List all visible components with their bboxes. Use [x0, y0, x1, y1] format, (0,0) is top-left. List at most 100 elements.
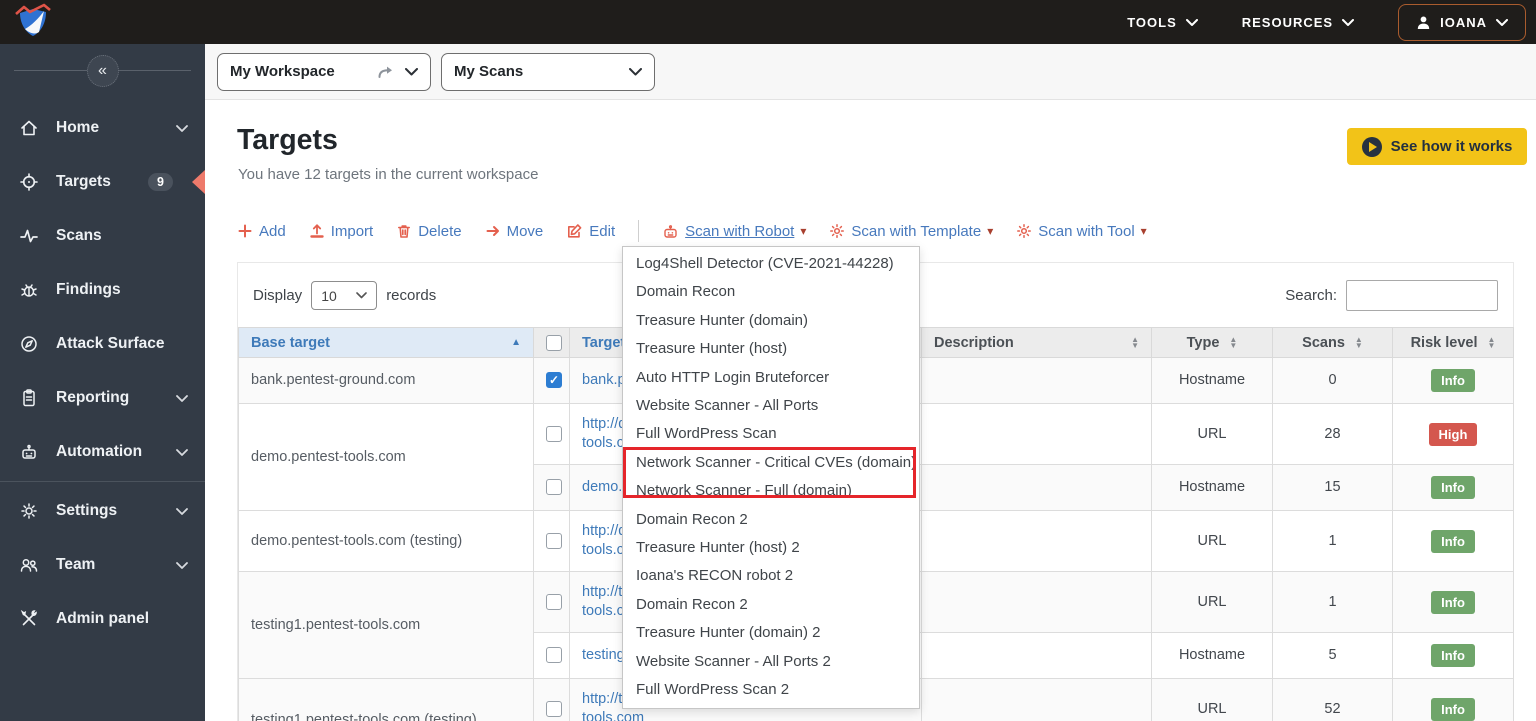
caret-down-icon: [1141, 224, 1147, 238]
menu-item[interactable]: Log4Shell Detector (CVE-2021-44228): [623, 250, 919, 278]
sidebar-item-attack-surface[interactable]: Attack Surface: [0, 317, 205, 371]
column-header-base-target[interactable]: Base target: [238, 327, 534, 358]
sidebar-item-findings[interactable]: Findings: [0, 263, 205, 317]
row-checkbox[interactable]: [546, 532, 562, 549]
active-item-indicator: [192, 170, 205, 194]
sidebar-divider: [0, 481, 205, 482]
menu-item[interactable]: Full WordPress Scan 2: [623, 676, 919, 704]
page-size-select[interactable]: 10: [311, 281, 378, 310]
plus-icon: [238, 224, 252, 238]
risk-level-cell: Info: [1392, 678, 1514, 721]
row-checkbox[interactable]: [546, 425, 562, 442]
menu-item[interactable]: Treasure Hunter (domain): [623, 307, 919, 335]
menu-item[interactable]: Ioana's RECON robot 2: [623, 562, 919, 590]
target-crosshair-icon: [20, 173, 38, 191]
select-all-checkbox[interactable]: [546, 334, 562, 351]
sidebar-collapse-button[interactable]: [86, 54, 119, 87]
delete-targets-button[interactable]: Delete: [396, 223, 462, 240]
risk-badge: Info: [1431, 590, 1475, 614]
type-cell: URL: [1151, 403, 1273, 465]
sidebar-item-targets[interactable]: Targets 9: [0, 155, 205, 209]
sidebar-item-reporting[interactable]: Reporting: [0, 371, 205, 425]
column-header-type[interactable]: Type: [1151, 327, 1273, 358]
sidebar: Home Targets 9 Scans Findings Attack Sur…: [0, 44, 205, 721]
risk-badge: Info: [1431, 644, 1475, 667]
type-cell: Hostname: [1151, 632, 1273, 679]
menu-item[interactable]: Website Scanner - All Ports: [623, 392, 919, 420]
menu-item[interactable]: Domain Recon 2: [623, 506, 919, 534]
brand-logo[interactable]: [0, 0, 205, 44]
tools-menu[interactable]: TOOLS: [1127, 15, 1198, 30]
row-checkbox[interactable]: [546, 593, 562, 610]
caret-down-icon: [800, 224, 806, 238]
menu-item[interactable]: Website Scanner - All Ports 2: [623, 648, 919, 676]
menu-item[interactable]: Treasure Hunter (host): [623, 335, 919, 363]
trash-icon: [398, 225, 411, 238]
gear-icon: [21, 503, 37, 519]
sidebar-item-admin-panel[interactable]: Admin panel: [0, 592, 205, 646]
compass-icon: [21, 336, 37, 352]
menu-item[interactable]: Treasure Hunter (domain) 2: [623, 619, 919, 647]
workspace-selector[interactable]: My Workspace: [217, 52, 431, 91]
move-targets-button[interactable]: Move: [485, 223, 543, 240]
scan-with-tool-dropdown[interactable]: Scan with Tool: [1016, 223, 1146, 240]
chevron-down-icon: [405, 67, 418, 75]
menu-item[interactable]: Treasure Hunter (host) 2: [623, 534, 919, 562]
chevron-down-icon: [176, 124, 188, 132]
menu-item-highlighted[interactable]: Network Scanner - Critical CVEs (domain): [623, 449, 919, 477]
see-how-it-works-button[interactable]: See how it works: [1347, 128, 1527, 165]
scans-selector[interactable]: My Scans: [441, 52, 655, 91]
row-checkbox[interactable]: [546, 700, 562, 717]
search-input[interactable]: [1346, 280, 1498, 311]
pulse-icon: [20, 229, 38, 243]
page-size-value: 10: [321, 287, 337, 304]
sidebar-item-home[interactable]: Home: [0, 101, 205, 155]
sidebar-item-scans[interactable]: Scans: [0, 209, 205, 263]
table-search: Search:: [1285, 280, 1498, 311]
sidebar-item-team[interactable]: Team: [0, 538, 205, 592]
scans-count-cell: 1: [1272, 571, 1393, 633]
menu-item[interactable]: Domain Recon: [623, 278, 919, 306]
scan-with-robot-dropdown[interactable]: Scan with Robot: [662, 223, 806, 240]
scan-with-template-dropdown[interactable]: Scan with Template: [829, 223, 993, 240]
risk-level-cell: Info: [1392, 357, 1514, 404]
chevron-down-icon: [176, 507, 188, 515]
type-cell: Hostname: [1151, 357, 1273, 404]
scans-count-cell: 15: [1272, 464, 1393, 511]
records-label: records: [386, 287, 437, 304]
import-targets-button[interactable]: Import: [309, 223, 373, 240]
user-account-button[interactable]: IOANA: [1398, 3, 1526, 41]
row-checkbox[interactable]: [546, 647, 562, 664]
row-checkbox[interactable]: [546, 479, 562, 496]
column-header-risk-level[interactable]: Risk level: [1392, 327, 1514, 358]
workspace-bar: My Workspace My Scans: [205, 44, 1536, 100]
menu-item[interactable]: Domain Recon 2: [623, 591, 919, 619]
risk-badge: Info: [1431, 369, 1475, 392]
row-checkbox-cell: [533, 403, 570, 465]
risk-level-cell: Info: [1392, 510, 1514, 572]
page-title: Targets: [237, 124, 338, 156]
select-all-checkbox-header[interactable]: [533, 327, 570, 358]
column-header-description[interactable]: Description: [921, 327, 1152, 358]
menu-item[interactable]: Full WordPress Scan: [623, 420, 919, 448]
menu-item[interactable]: Auto HTTP Login Bruteforcer: [623, 364, 919, 392]
row-checkbox[interactable]: [546, 371, 562, 390]
add-target-button[interactable]: Add: [237, 223, 286, 240]
sidebar-item-label: Findings: [56, 281, 121, 298]
resources-menu[interactable]: RESOURCES: [1241, 14, 1355, 30]
menu-item-highlighted[interactable]: Network Scanner - Full (domain): [623, 477, 919, 505]
robot-icon: [664, 224, 677, 238]
row-checkbox-cell: [533, 571, 570, 633]
risk-level-cell: Info: [1392, 571, 1514, 633]
sidebar-item-automation[interactable]: Automation: [0, 425, 205, 479]
edit-target-button[interactable]: Edit: [566, 223, 615, 240]
sidebar-item-label: Home: [56, 119, 100, 136]
sort-icon: [1229, 337, 1237, 349]
sidebar-item-settings[interactable]: Settings: [0, 484, 205, 538]
resources-menu-label: RESOURCES: [1241, 14, 1334, 30]
base-target-cell: demo.pentest-tools.com (testing): [238, 510, 534, 572]
column-header-scans[interactable]: Scans: [1272, 327, 1393, 358]
topbar-menu: TOOLS RESOURCES IOANA: [1127, 3, 1536, 41]
search-label: Search:: [1285, 287, 1337, 304]
toolbar-divider: [638, 220, 640, 242]
